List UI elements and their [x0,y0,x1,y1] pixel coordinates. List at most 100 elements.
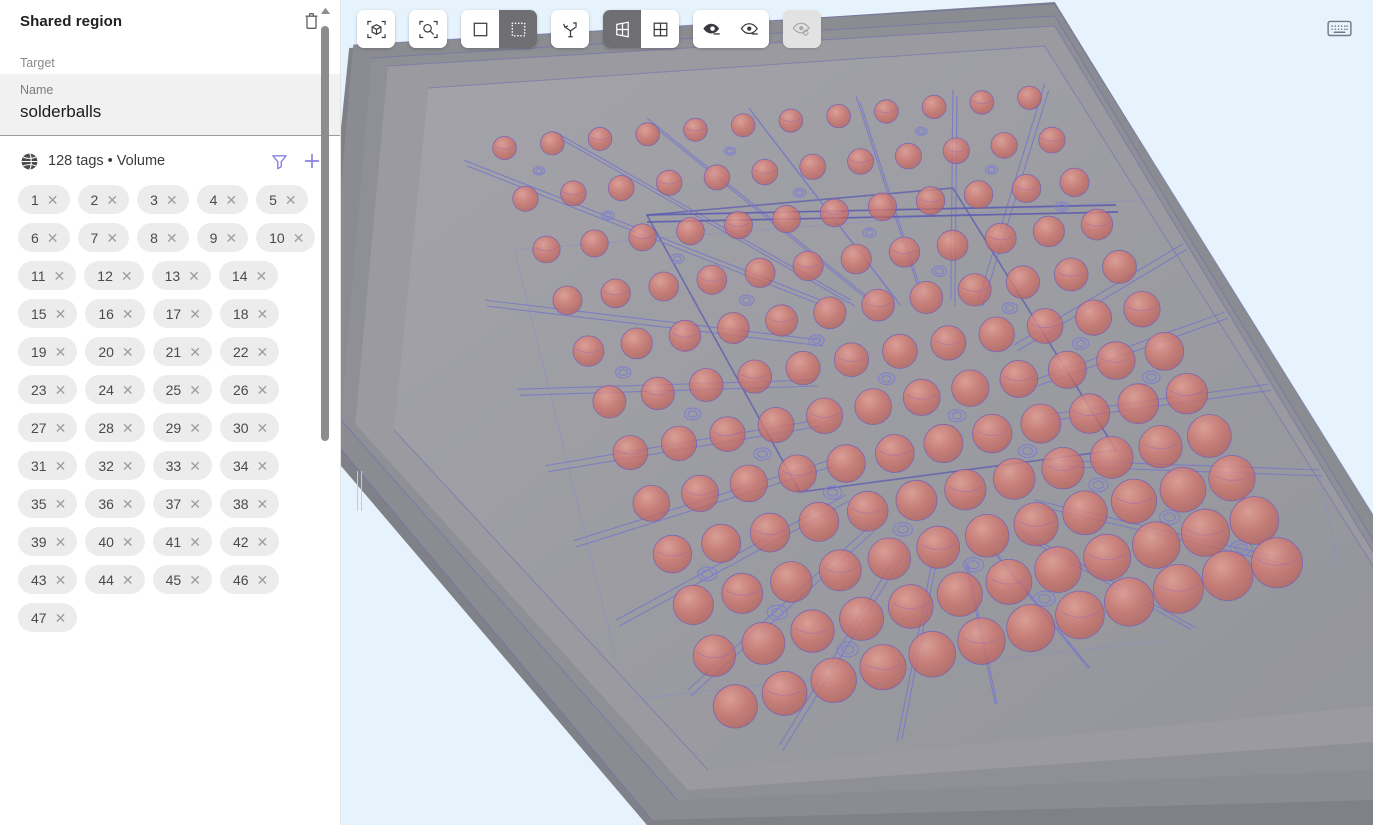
solder-ball[interactable] [620,327,653,360]
tag-chip-remove-icon[interactable]: ✕ [189,383,201,397]
solder-ball[interactable] [990,132,1018,159]
solder-ball[interactable] [978,316,1015,353]
tag-chip-remove-icon[interactable]: ✕ [189,497,201,511]
solder-ball[interactable] [1038,126,1066,154]
tag-chip-remove-icon[interactable]: ✕ [166,193,178,207]
solder-ball[interactable] [1083,533,1132,581]
solder-ball[interactable] [1165,373,1209,415]
tag-chip-remove-icon[interactable]: ✕ [189,459,201,473]
tag-chip[interactable]: 1 ✕ [18,185,70,214]
solder-ball[interactable] [999,360,1039,398]
solder-ball[interactable] [792,250,824,282]
tag-chip[interactable]: 16 ✕ [85,299,145,328]
tag-chip-remove-icon[interactable]: ✕ [257,497,269,511]
solder-ball[interactable] [600,278,631,309]
tag-chip[interactable]: 29 ✕ [152,413,212,442]
solder-ball[interactable] [1069,393,1111,434]
solder-ball[interactable] [992,457,1036,500]
tag-chip-remove-icon[interactable]: ✕ [47,193,59,207]
tag-chip-remove-icon[interactable]: ✕ [257,421,269,435]
tag-chip-remove-icon[interactable]: ✕ [55,497,67,511]
tag-chip-remove-icon[interactable]: ✕ [55,459,67,473]
solder-ball[interactable] [1089,435,1134,479]
solder-ball[interactable] [744,257,776,288]
solder-ball[interactable] [587,126,613,151]
solder-ball[interactable] [888,236,921,268]
solder-ball[interactable] [681,474,720,512]
tag-chip-remove-icon[interactable]: ✕ [121,269,133,283]
tag-chip[interactable]: 44 ✕ [85,565,145,594]
solder-ball[interactable] [668,319,702,352]
solder-ball[interactable] [936,229,969,261]
solder-ball[interactable] [1110,478,1158,524]
tag-chip-remove-icon[interactable]: ✕ [257,459,269,473]
tag-chip-remove-icon[interactable]: ✕ [122,383,134,397]
solder-ball[interactable] [957,273,992,307]
tag-chip[interactable]: 30 ✕ [219,413,280,442]
panel-resize-handle[interactable] [355,470,363,512]
panel-scrollbar[interactable] [318,0,332,825]
solder-ball[interactable] [1201,550,1254,601]
isolate-selected-button[interactable] [731,10,769,48]
solder-ball[interactable] [806,397,844,434]
3d-viewport[interactable] [341,0,1373,825]
solder-ball[interactable] [895,479,938,521]
tag-chip-remove-icon[interactable]: ✕ [122,345,134,359]
tag-chip[interactable]: 17 ✕ [152,299,212,328]
reset-visibility-button[interactable] [783,10,821,48]
solder-ball[interactable] [826,104,851,129]
solder-ball[interactable] [1041,447,1085,490]
tag-chip-remove-icon[interactable]: ✕ [55,421,67,435]
tag-chip[interactable]: 41 ✕ [152,527,212,556]
solder-ball[interactable] [969,90,995,115]
solder-ball[interactable] [676,217,705,246]
solder-ball[interactable] [1138,425,1183,469]
tag-chip[interactable]: 3 ✕ [137,185,189,214]
tag-chip-remove-icon[interactable]: ✕ [122,535,134,549]
solder-ball[interactable] [724,211,753,240]
tag-chip-remove-icon[interactable]: ✕ [106,231,118,245]
solder-ball[interactable] [552,285,583,316]
solder-ball[interactable] [1006,604,1056,653]
solder-ball[interactable] [1017,85,1042,110]
solder-ball[interactable] [772,204,801,234]
solder-ball[interactable] [512,185,539,212]
solder-ball[interactable] [572,335,605,367]
tag-chip[interactable]: 46 ✕ [219,565,280,594]
tag-chip[interactable]: 2 ✕ [77,185,130,214]
solder-ball[interactable] [942,137,970,165]
solder-ball[interactable] [1013,502,1059,547]
tag-chip-remove-icon[interactable]: ✕ [55,345,67,359]
solder-ball[interactable] [882,333,918,369]
tag-chip[interactable]: 38 ✕ [219,489,280,518]
solder-ball[interactable] [810,657,857,703]
solder-ball[interactable] [923,423,964,464]
solder-ball[interactable] [749,512,791,553]
solder-ball[interactable] [888,584,934,629]
solder-ball[interactable] [1123,291,1161,328]
tag-chip[interactable]: 10 ✕ [256,223,316,252]
tag-chip-remove-icon[interactable]: ✕ [285,193,297,207]
tag-chip[interactable]: 45 ✕ [152,565,212,594]
zoom-to-selection-button[interactable] [409,10,447,48]
solder-ball[interactable] [963,180,994,210]
solder-ball[interactable] [1180,508,1230,557]
solder-ball[interactable] [672,584,714,626]
tag-chip[interactable]: 15 ✕ [18,299,78,328]
solder-ball[interactable] [580,229,609,258]
solder-ball[interactable] [765,304,798,337]
solder-ball[interactable] [1159,466,1207,513]
tag-chip[interactable]: 22 ✕ [219,337,280,366]
name-field[interactable]: Name solderballs [0,74,340,136]
solder-ball[interactable] [741,621,786,665]
solder-ball[interactable] [854,388,892,426]
tag-chip[interactable]: 11 ✕ [18,261,77,290]
solder-ball[interactable] [972,413,1013,454]
solder-ball[interactable] [778,454,817,493]
solder-ball[interactable] [1062,490,1108,536]
tag-chip-remove-icon[interactable]: ✕ [106,193,118,207]
solder-ball[interactable] [1208,455,1256,502]
tag-chip[interactable]: 25 ✕ [152,375,212,404]
tag-chip-remove-icon[interactable]: ✕ [293,231,305,245]
solder-ball[interactable] [696,264,728,295]
